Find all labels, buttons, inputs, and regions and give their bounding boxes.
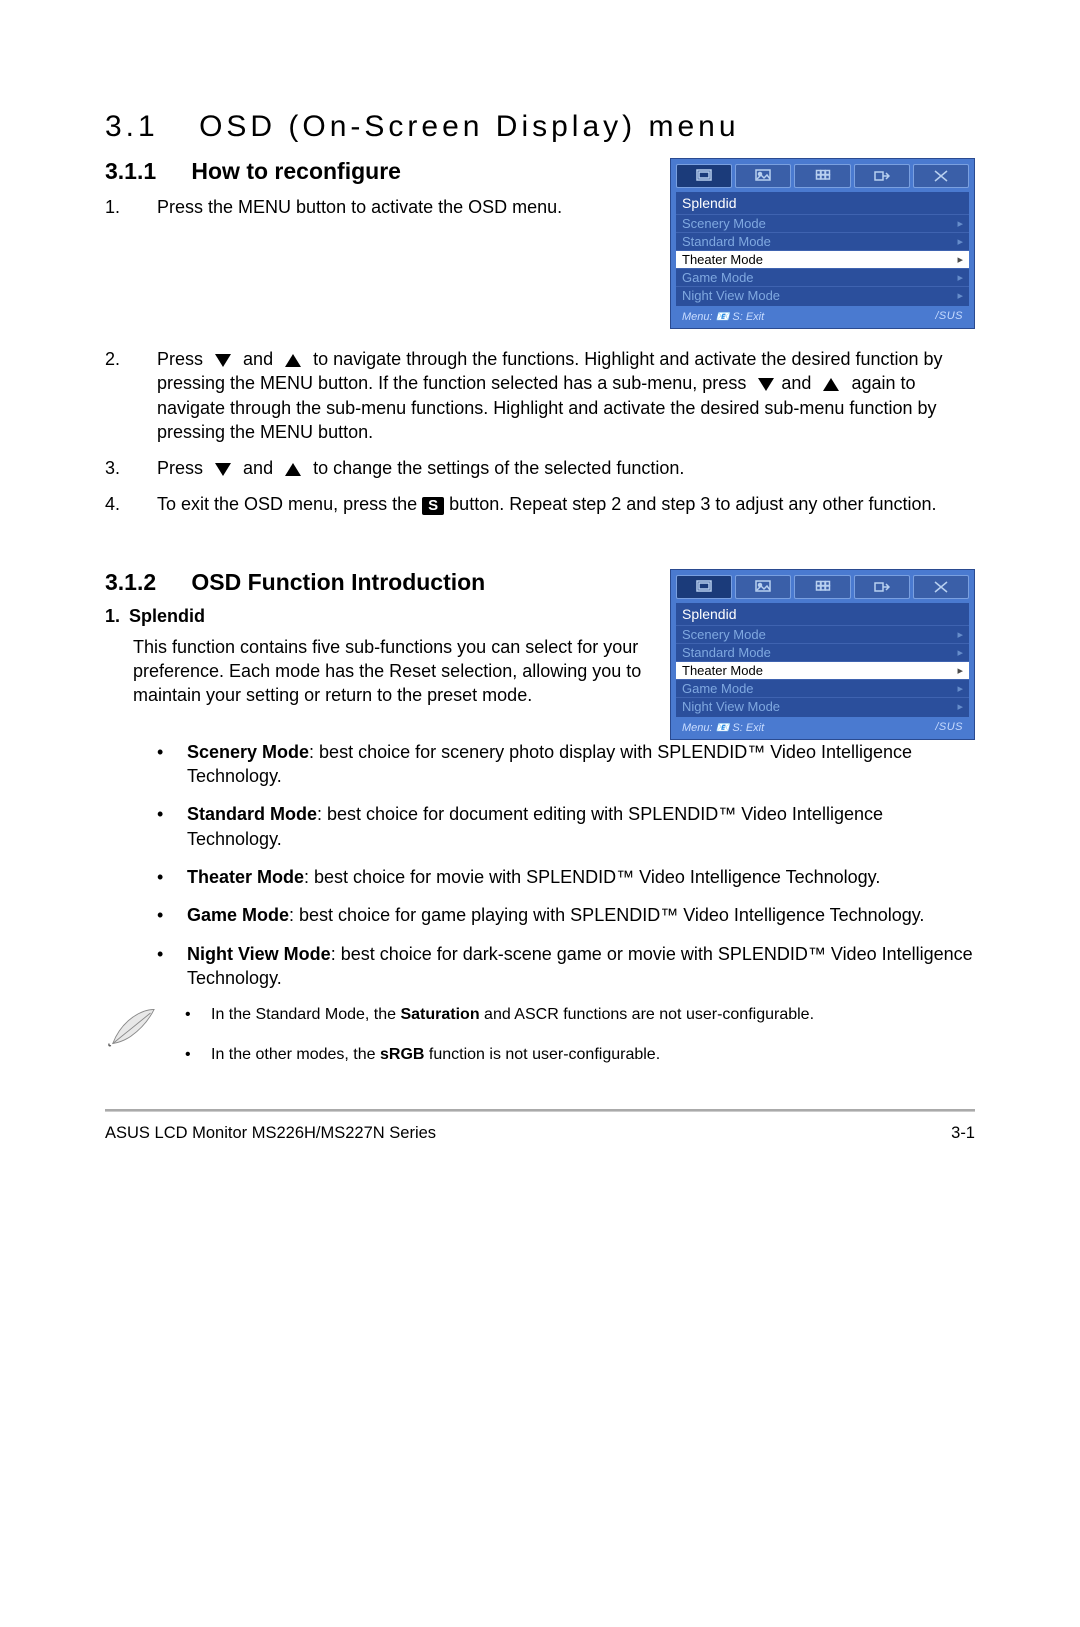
down-arrow-icon — [758, 378, 774, 391]
step-3: Press and to change the settings of the … — [105, 456, 975, 480]
h2a-number: 3.1.1 — [105, 158, 185, 185]
up-arrow-icon — [823, 378, 839, 391]
osd-tab-image-icon — [735, 164, 791, 188]
mode-game: Game Mode: best choice for game playing … — [157, 903, 975, 927]
osd-tab-system-icon — [913, 575, 969, 599]
step-4: To exit the OSD menu, press the S button… — [105, 492, 975, 516]
osd-tab-system-icon — [913, 164, 969, 188]
osd-brand: /SUS — [935, 310, 963, 323]
osd-tab-image-icon — [735, 575, 791, 599]
footer-page-number: 3-1 — [951, 1124, 975, 1143]
mode-standard: Standard Mode: best choice for document … — [157, 802, 975, 851]
osd-row: Scenery Mode▸ — [676, 214, 969, 232]
h1-text: OSD (On-Screen Display) menu — [199, 110, 739, 143]
up-arrow-icon — [285, 463, 301, 476]
h2b-text: OSD Function Introduction — [191, 569, 485, 595]
note-2: In the other modes, the sRGB function is… — [185, 1044, 975, 1066]
step-1: Press the MENU button to activate the OS… — [105, 195, 645, 219]
footer-product: ASUS LCD Monitor MS226H/MS227N Series — [105, 1124, 436, 1143]
mode-night: Night View Mode: best choice for dark-sc… — [157, 942, 975, 991]
osd-title: Splendid — [676, 192, 969, 214]
h2b-number: 3.1.2 — [105, 569, 185, 596]
step-2: Press and to navigate through the functi… — [105, 347, 975, 444]
osd-brand: /SUS — [935, 721, 963, 734]
osd-title: Splendid — [676, 603, 969, 625]
osd-tab-color-icon — [794, 575, 850, 599]
footer-divider — [105, 1109, 975, 1112]
up-arrow-icon — [285, 354, 301, 367]
osd-tab-splendid-icon — [676, 164, 732, 188]
note-feather-icon — [105, 1004, 160, 1083]
splendid-heading: 1.Splendid — [105, 606, 645, 627]
section-title-311: 3.1.1 How to reconfigure — [105, 158, 645, 185]
osd-row: Standard Mode▸ — [676, 643, 969, 661]
note-1: In the Standard Mode, the Saturation and… — [185, 1004, 975, 1026]
osd-row: Game Mode▸ — [676, 679, 969, 697]
osd-tab-input-icon — [854, 164, 910, 188]
h2a-text: How to reconfigure — [191, 158, 401, 184]
osd-tab-color-icon — [794, 164, 850, 188]
osd-row: Night View Mode▸ — [676, 286, 969, 304]
h1-number: 3.1 — [105, 110, 159, 143]
osd-footer-hint: Menu: 📧 S: Exit — [682, 310, 764, 323]
osd-footer-hint: Menu: 📧 S: Exit — [682, 721, 764, 734]
mode-theater: Theater Mode: best choice for movie with… — [157, 865, 975, 889]
s-button-icon: S — [422, 497, 444, 515]
osd-tab-input-icon — [854, 575, 910, 599]
osd-tab-splendid-icon — [676, 575, 732, 599]
down-arrow-icon — [215, 354, 231, 367]
osd-row: Scenery Mode▸ — [676, 625, 969, 643]
osd-row: Standard Mode▸ — [676, 232, 969, 250]
mode-scenery: Scenery Mode: best choice for scenery ph… — [157, 740, 975, 789]
section-title-312: 3.1.2 OSD Function Introduction — [105, 569, 645, 596]
page-title: 3.1 OSD (On-Screen Display) menu — [105, 110, 975, 144]
osd-row-selected: Theater Mode▸ — [676, 661, 969, 679]
osd-preview-1: Splendid Scenery Mode▸ Standard Mode▸ Th… — [670, 158, 975, 329]
osd-row: Night View Mode▸ — [676, 697, 969, 715]
splendid-description: This function contains five sub-function… — [133, 635, 645, 708]
down-arrow-icon — [215, 463, 231, 476]
osd-row: Game Mode▸ — [676, 268, 969, 286]
osd-preview-2: Splendid Scenery Mode▸ Standard Mode▸ Th… — [670, 569, 975, 740]
osd-row-selected: Theater Mode▸ — [676, 250, 969, 268]
